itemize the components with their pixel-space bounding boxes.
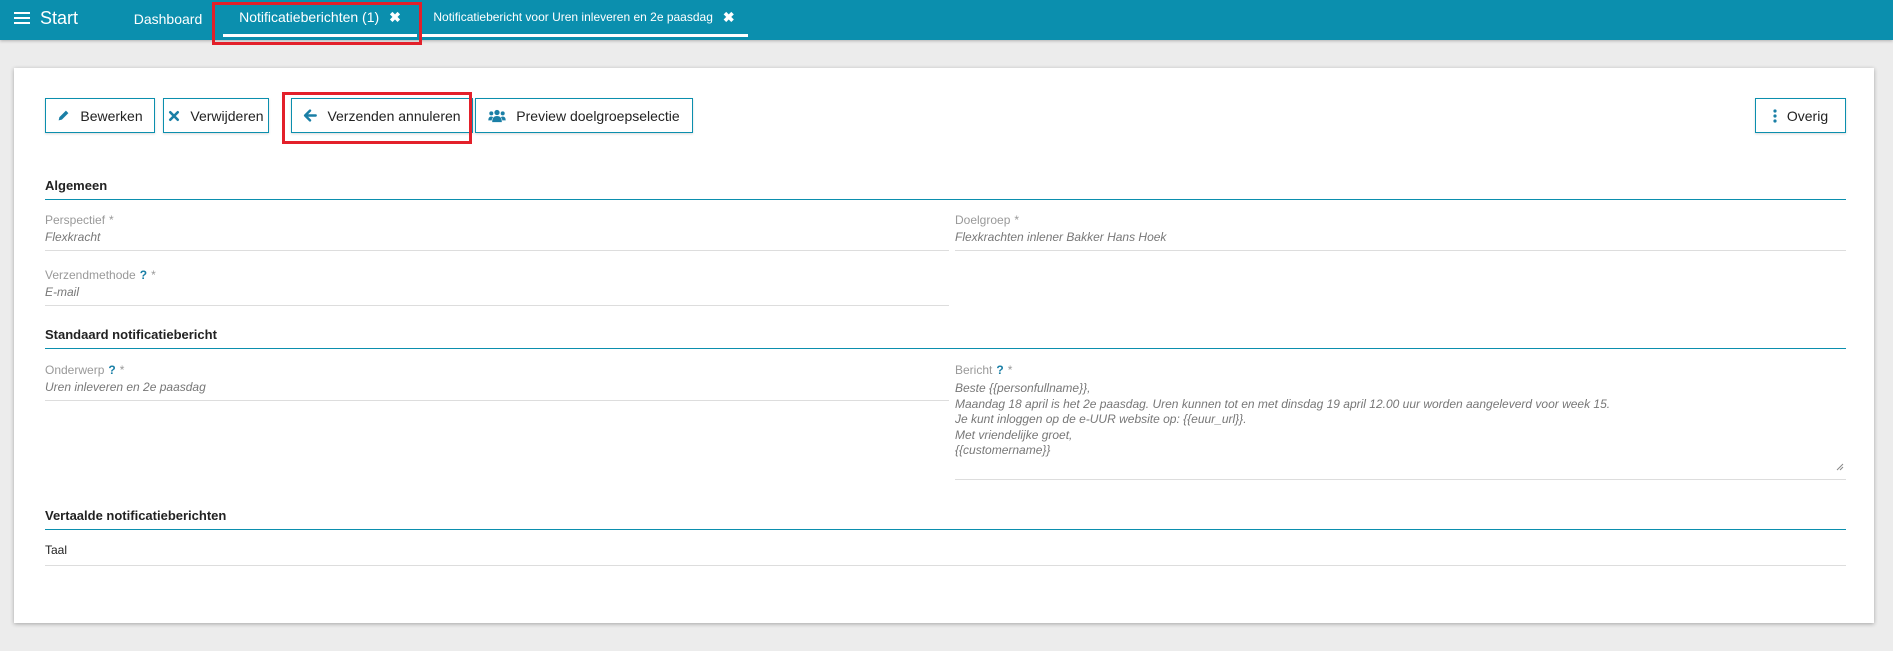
edit-button-label: Bewerken [80,107,143,124]
subject-field: Onderwerp? * Uren inleveren en 2e paasdag [45,363,949,401]
translations-table-header: Taal [45,543,1846,566]
close-icon [168,110,180,122]
top-navigation-bar: Start Dashboard Notificatieberichten (1)… [0,0,1893,40]
message-label: Bericht? * [955,363,1013,377]
tab-dashboard[interactable]: Dashboard [126,0,210,37]
users-icon [488,109,507,123]
send-method-value: E-mail [45,285,949,306]
start-menu-button[interactable]: Start [14,6,78,30]
tab-detail-label: Notificatiebericht voor Uren inleveren e… [433,10,713,24]
tab-notificatieberichten[interactable]: Notificatieberichten (1) ✖ [223,0,417,37]
arrow-left-icon [303,109,318,122]
send-method-field: Verzendmethode? * E-mail [45,268,949,306]
message-line: Met vriendelijke groet, [955,427,1073,442]
target-group-label: Doelgroep * [955,213,1020,227]
preview-target-group-button[interactable]: Preview doelgroepselectie [475,98,693,133]
vertical-dots-icon [1773,108,1777,123]
start-menu-label: Start [40,7,79,28]
section-title-standard-message: Standaard notificatiebericht [45,327,1846,349]
more-button-label: Overig [1786,107,1829,124]
delete-button-label: Verwijderen [190,107,264,124]
message-textarea[interactable]: Beste {{personfullname}}, Maandag 18 apr… [955,380,1846,480]
tab-dashboard-label: Dashboard [133,10,203,27]
message-line: Je kunt inloggen op de e-UUR website op:… [955,412,1247,426]
target-group-field: Doelgroep * Flexkrachten inlener Bakker H… [955,213,1846,251]
tab-notificatieberichten-label: Notificatieberichten (1) [239,9,380,25]
perspective-value: Flexkracht [45,230,949,251]
perspective-field: Perspectief * Flexkracht [45,213,949,251]
message-line: Maandag 18 april is het 2e paasdag. Uren… [955,396,1611,411]
tab-notificatiebericht-detail[interactable]: Notificatiebericht voor Uren inleveren e… [420,0,748,37]
section-title-general: Algemeen [45,178,1846,200]
message-field: Bericht? * Beste {{personfullname}}, Maan… [955,363,1846,480]
close-icon[interactable]: ✖ [723,9,735,26]
help-icon[interactable]: ? [996,363,1003,377]
language-column-header: Taal [45,543,68,557]
subject-value: Uren inleveren en 2e paasdag [45,380,949,401]
delete-button[interactable]: Verwijderen [163,98,269,133]
pencil-icon [57,109,70,122]
resize-handle-icon[interactable] [1836,463,1844,471]
preview-button-label: Preview doelgroepselectie [516,107,680,124]
cancel-send-button-label: Verzenden annuleren [327,107,461,124]
more-options-button[interactable]: Overig [1755,98,1846,133]
cancel-send-button[interactable]: Verzenden annuleren [291,98,473,133]
hamburger-icon [14,12,30,24]
message-line: Beste {{personfullname}}, [955,381,1091,395]
target-group-value: Flexkrachten inlener Bakker Hans Hoek [955,230,1846,251]
edit-button[interactable]: Bewerken [45,98,155,133]
detail-card: Bewerken Verwijderen Verzenden annuleren… [14,68,1874,623]
message-line: {{customername}} [955,443,1051,457]
subject-label: Onderwerp? * [45,363,125,377]
perspective-label: Perspectief * [45,213,114,227]
help-icon[interactable]: ? [140,268,147,282]
help-icon[interactable]: ? [108,363,115,377]
section-title-translated-messages: Vertaalde notificatieberichten [45,508,1846,530]
close-icon[interactable]: ✖ [389,9,401,26]
send-method-label: Verzendmethode? * [45,268,156,282]
